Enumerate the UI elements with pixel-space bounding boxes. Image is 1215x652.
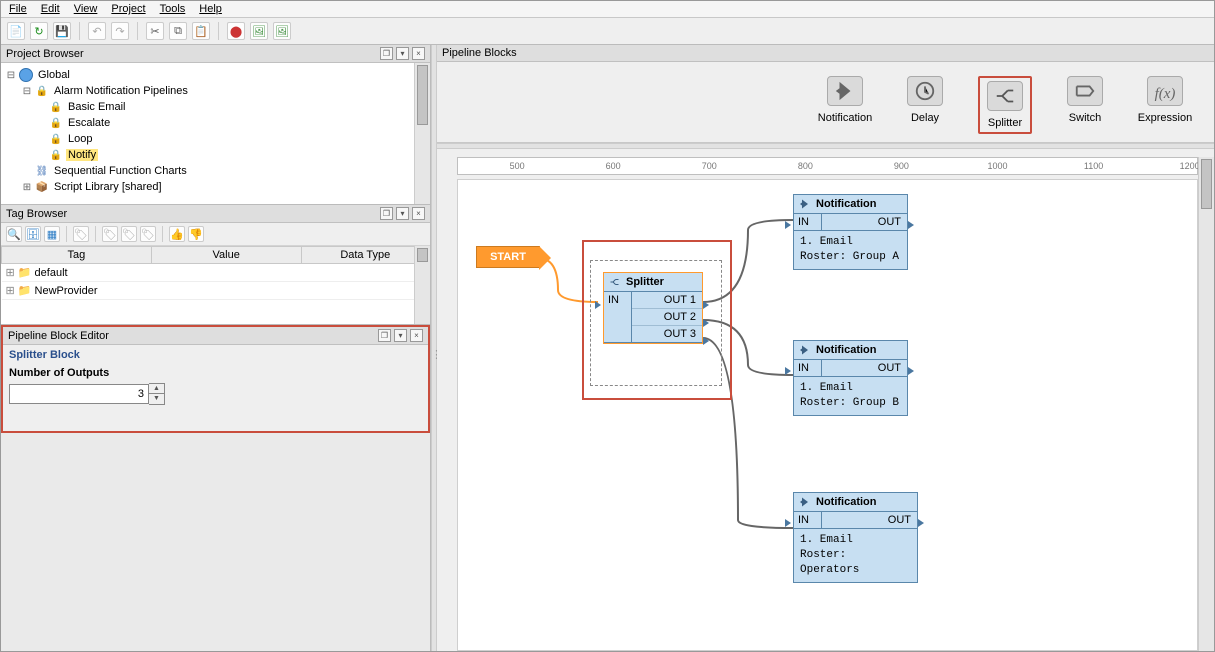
cut-icon[interactable]: ✂ (146, 22, 164, 40)
tree-item-notify[interactable]: Notify (66, 149, 98, 161)
tree-item-escalate[interactable]: Escalate (66, 117, 112, 129)
port-in[interactable] (785, 221, 793, 229)
menu-view[interactable]: View (74, 3, 98, 15)
editor-header: Pipeline Block Editor ❐ ▾ × (3, 327, 428, 345)
port-out3[interactable] (703, 337, 711, 345)
restore-icon[interactable]: ❐ (380, 207, 393, 220)
table-row: ⊞ 📁 NewProvider (2, 282, 430, 300)
palette-switch[interactable]: Switch (1058, 76, 1112, 134)
opc-icon[interactable]: 🏷 (102, 226, 118, 242)
project-tree[interactable]: ⊟Global ⊟🔒Alarm Notification Pipelines 🔒… (1, 63, 430, 204)
outputs-spinner: ▲ ▼ (9, 383, 422, 405)
redo-icon[interactable]: ↷ (111, 22, 129, 40)
port-out[interactable] (908, 367, 916, 375)
menu-tools[interactable]: Tools (160, 3, 186, 15)
tag-scrollbar[interactable] (414, 246, 430, 324)
tag-browser-toolbar: 🔍 🗄 ▦ 🏷 🏷 🏷 🏷 👍 👎 (1, 223, 430, 246)
menu-project[interactable]: Project (111, 3, 145, 15)
thumb-up-icon[interactable]: 👍 (169, 226, 185, 242)
menu-file[interactable]: File (9, 3, 27, 15)
restore-icon[interactable]: ❐ (380, 47, 393, 60)
paste-icon[interactable]: 📋 (192, 22, 210, 40)
pin-icon[interactable]: ▾ (396, 47, 409, 60)
tag-table[interactable]: Tag Value Data Type ⊞ 📁 default ⊞ 📁 NewP… (1, 246, 430, 324)
tag-add-icon[interactable]: 🏷 (73, 226, 89, 242)
thumb-down-icon[interactable]: 👎 (188, 226, 204, 242)
opc2-icon[interactable]: 🏷 (121, 226, 137, 242)
port-out2[interactable] (703, 319, 711, 327)
db-icon[interactable]: 🗄 (25, 226, 41, 242)
table-row: ⊞ 📁 default (2, 264, 430, 282)
notification-node-b[interactable]: Notification INOUT 1. EmailRoster: Group… (793, 340, 908, 416)
new-icon[interactable]: 📄 (7, 22, 25, 40)
port-in[interactable] (595, 301, 603, 309)
splitter-icon (987, 81, 1023, 111)
stop-icon[interactable]: ⬤ (227, 22, 245, 40)
palette-delay[interactable]: Delay (898, 76, 952, 134)
palette-notification[interactable]: Notification (818, 76, 872, 134)
ruler: 500 600 700 800 900 1000 1100 1200 (457, 157, 1198, 175)
port-in[interactable] (785, 519, 793, 527)
close-icon[interactable]: × (410, 329, 423, 342)
main-toolbar: 📄 ↻ 💾 ↶ ↷ ✂ ⧉ 📋 ⬤ 🖼 🖼 (1, 18, 1214, 45)
palette-expression[interactable]: f(x) Expression (1138, 76, 1192, 134)
close-icon[interactable]: × (412, 207, 425, 220)
notification-node-a[interactable]: Notification INOUT 1. EmailRoster: Group… (793, 194, 908, 270)
notification-node-c[interactable]: Notification INOUT 1. EmailRoster: Opera… (793, 492, 918, 583)
project-browser-scrollbar[interactable] (414, 63, 430, 204)
splitter-node[interactable]: Splitter IN OUT 1 OUT 2 OUT 3 (603, 272, 703, 344)
close-icon[interactable]: × (412, 47, 425, 60)
palette-splitter[interactable]: Splitter (978, 76, 1032, 134)
refresh-icon[interactable]: ↻ (30, 22, 48, 40)
block-palette: Notification Delay Splitter Switch f(x) … (437, 62, 1214, 143)
pin-icon[interactable]: ▾ (396, 207, 409, 220)
editor-subtitle: Splitter Block (9, 349, 422, 361)
tag-browser-header: Tag Browser ❐ ▾ × (1, 205, 430, 223)
outputs-input[interactable] (9, 384, 149, 404)
image2-icon[interactable]: 🖼 (273, 22, 291, 40)
port-out1[interactable] (703, 301, 711, 309)
image1-icon[interactable]: 🖼 (250, 22, 268, 40)
spinner-down-icon[interactable]: ▼ (149, 394, 164, 404)
save-icon[interactable]: 💾 (53, 22, 71, 40)
expression-icon: f(x) (1147, 76, 1183, 106)
restore-icon[interactable]: ❐ (378, 329, 391, 342)
pipeline-blocks-header: Pipeline Blocks (437, 45, 1214, 62)
find-icon[interactable]: 🔍 (6, 226, 22, 242)
tree-item-basic-email[interactable]: Basic Email (66, 101, 127, 113)
menu-edit[interactable]: Edit (41, 3, 60, 15)
project-browser-header: Project Browser ❐ ▾ × (1, 45, 430, 63)
port-out[interactable] (918, 519, 926, 527)
copy-icon[interactable]: ⧉ (169, 22, 187, 40)
tree-item-loop[interactable]: Loop (66, 133, 94, 145)
undo-icon[interactable]: ↶ (88, 22, 106, 40)
port-in[interactable] (785, 367, 793, 375)
menu-help[interactable]: Help (199, 3, 222, 15)
switch-icon (1067, 76, 1103, 106)
pin-icon[interactable]: ▾ (394, 329, 407, 342)
pipeline-canvas[interactable]: START Splitter IN OUT 1 OUT 2 OUT 3 (457, 179, 1198, 651)
tag3-icon[interactable]: 🏷 (140, 226, 156, 242)
canvas-scrollbar[interactable] (1198, 157, 1214, 651)
port-out[interactable] (908, 221, 916, 229)
clock-icon (907, 76, 943, 106)
menu-bar: File Edit View Project Tools Help (1, 1, 1214, 18)
spinner-up-icon[interactable]: ▲ (149, 384, 164, 394)
start-block[interactable]: START (476, 246, 540, 268)
grid-icon[interactable]: ▦ (44, 226, 60, 242)
notification-icon (827, 76, 863, 106)
